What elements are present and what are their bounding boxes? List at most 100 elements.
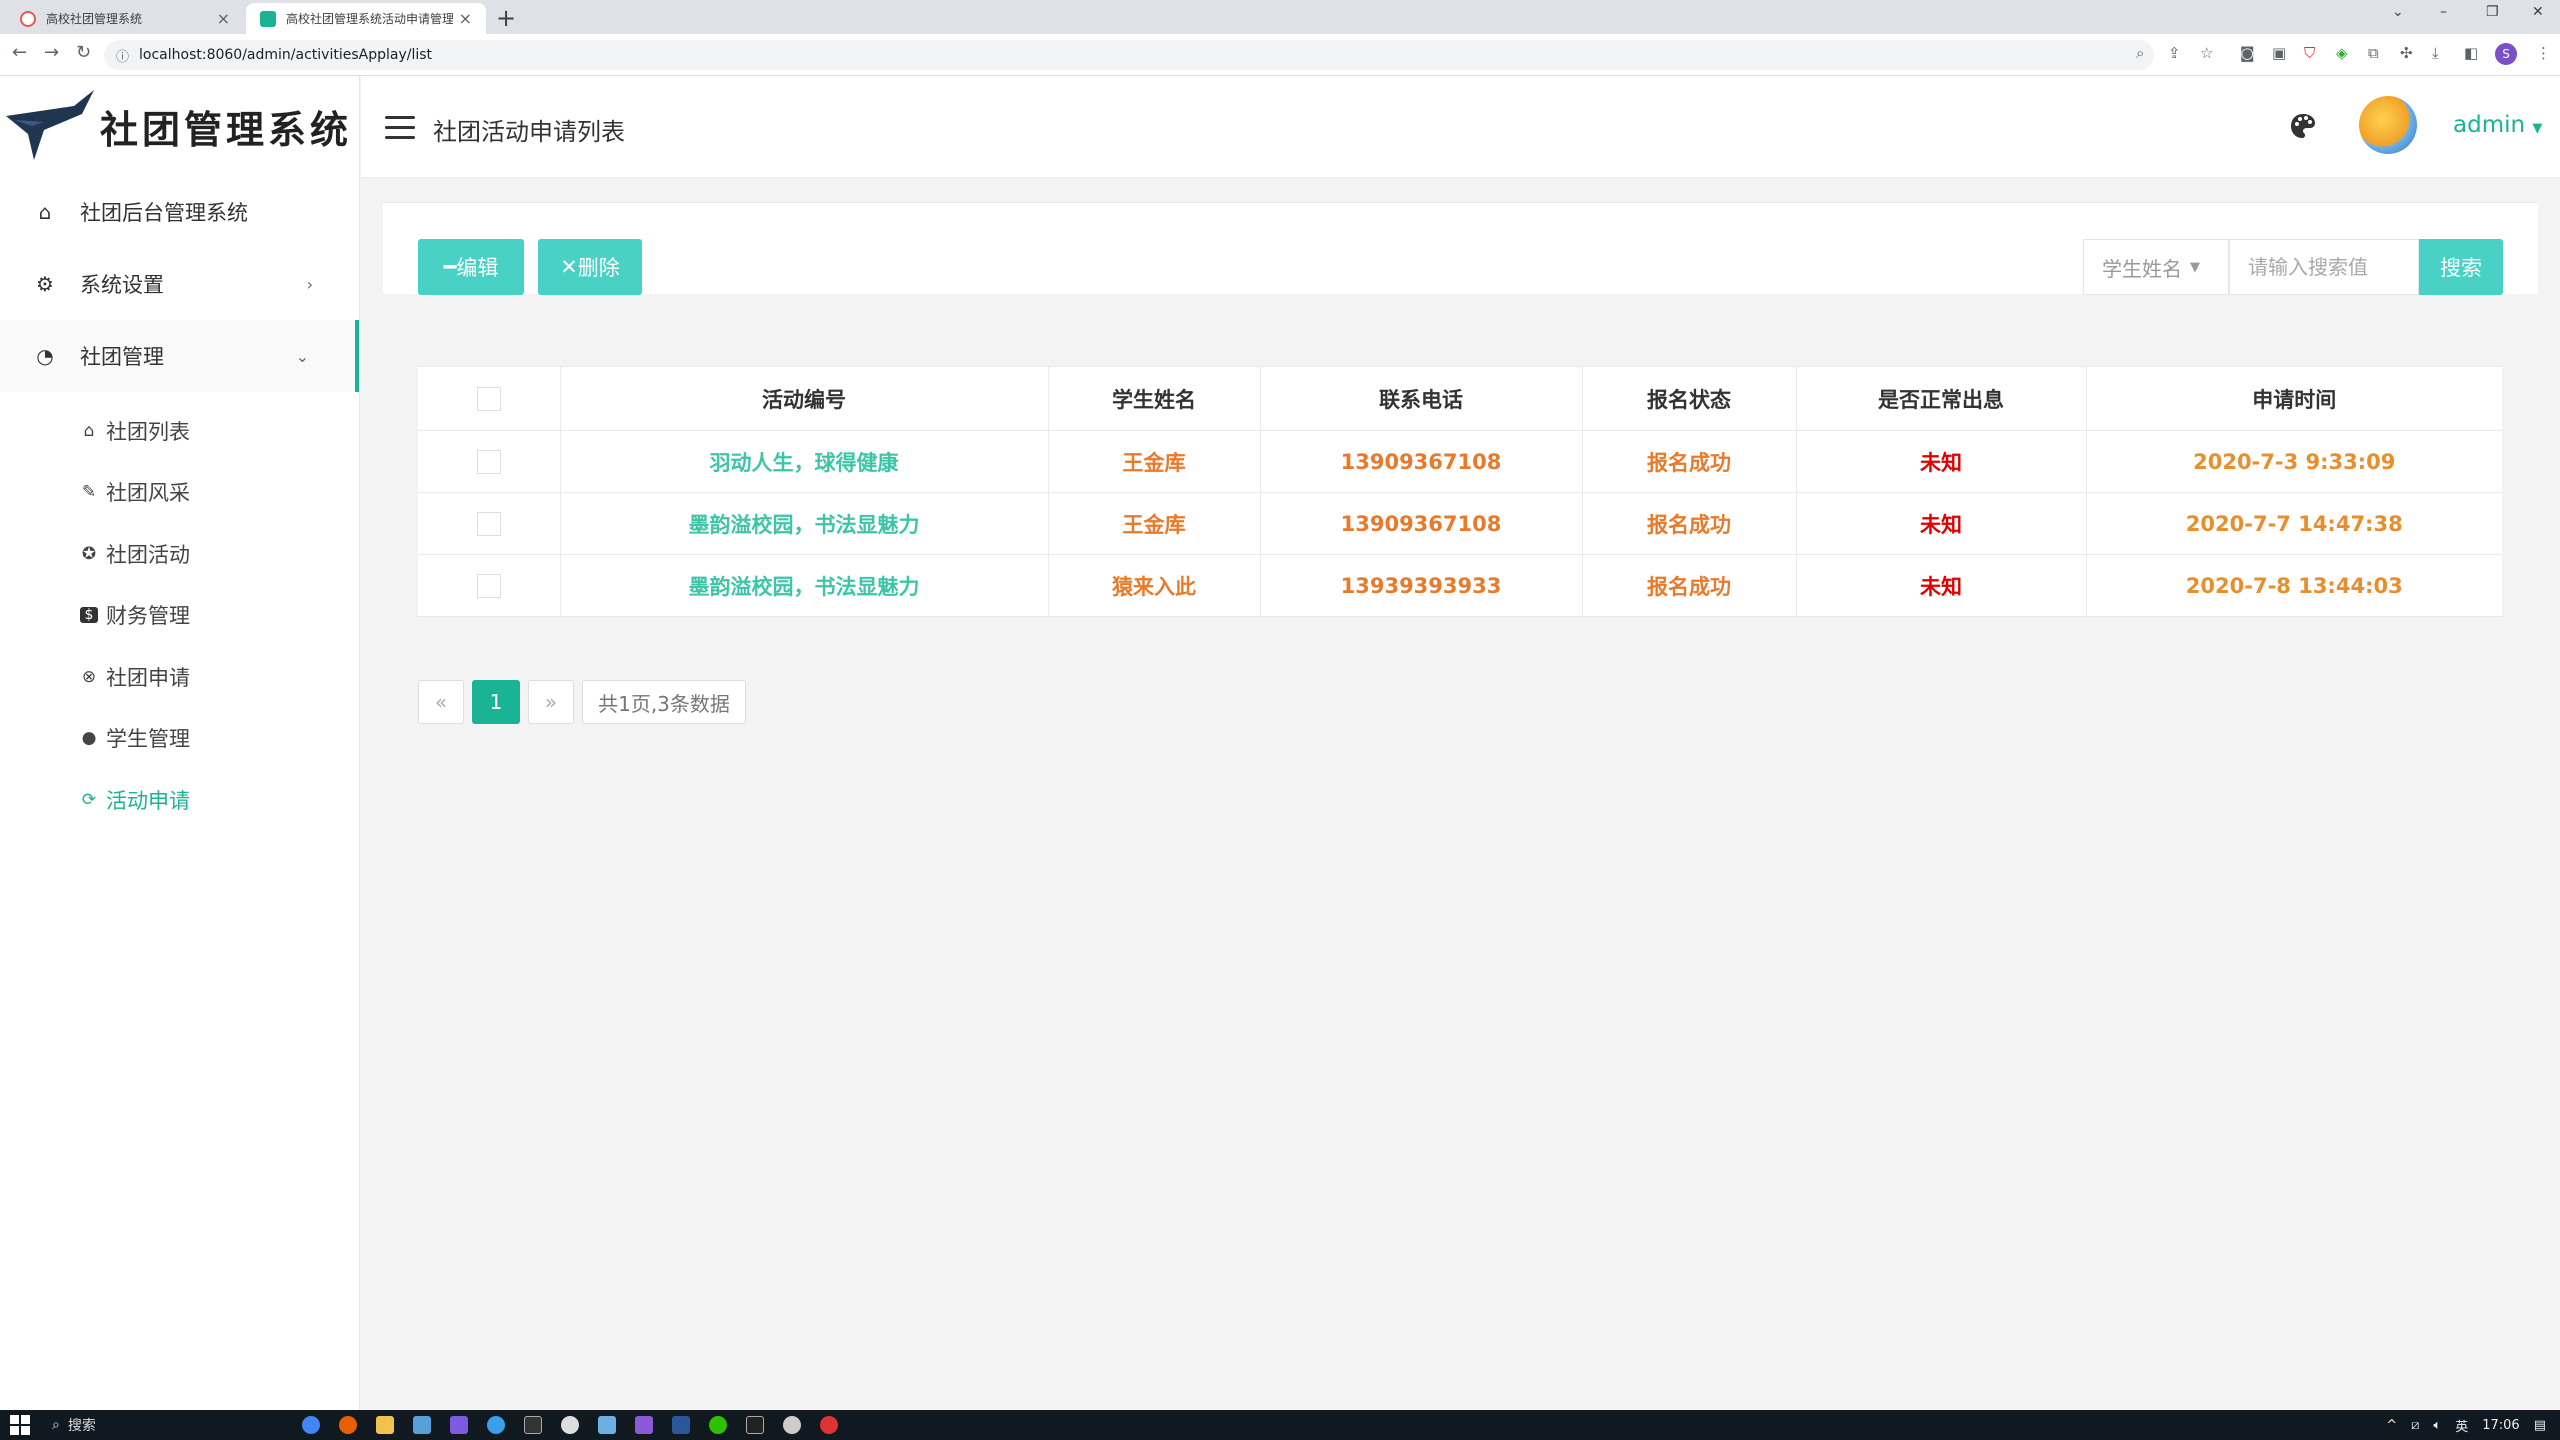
terminal-icon[interactable] bbox=[524, 1416, 542, 1434]
close-window-icon[interactable]: ✕ bbox=[2532, 4, 2544, 20]
address-bar[interactable]: ⓘ localhost:8060/admin/activitiesApplay/… bbox=[104, 40, 2154, 70]
bookmark-star-icon[interactable]: ☆ bbox=[2200, 44, 2213, 62]
user-icon: ● bbox=[81, 728, 97, 749]
prev-page-button[interactable]: « bbox=[418, 680, 464, 724]
page-button-current[interactable]: 1 bbox=[472, 680, 520, 724]
gear-icon: ⚙ bbox=[36, 272, 54, 296]
column-header[interactable]: 是否正常出息 bbox=[1796, 366, 2087, 431]
plane-logo-icon bbox=[6, 90, 94, 160]
palette-icon[interactable] bbox=[2289, 112, 2317, 140]
app-icon[interactable] bbox=[783, 1416, 801, 1434]
app-icon[interactable] bbox=[487, 1416, 505, 1434]
tray-overflow-icon[interactable]: ^ bbox=[2386, 1418, 2397, 1433]
search-button[interactable]: 搜索 bbox=[2419, 239, 2503, 295]
next-page-button[interactable]: » bbox=[528, 680, 574, 724]
submenu-item-activity-application[interactable]: ⟳ 活动申请 bbox=[0, 769, 359, 831]
windows-start-icon[interactable] bbox=[10, 1415, 30, 1435]
browser-tab-2[interactable]: 高校社团管理系统活动申请管理 × bbox=[246, 3, 486, 34]
table-row[interactable]: 羽动人生，球得健康 王金库 13909367108 报名成功 未知 2020-7… bbox=[418, 430, 2502, 493]
menu-item-club-management[interactable]: ◔ 社团管理 ⌄ bbox=[0, 320, 359, 392]
close-tab-icon[interactable]: × bbox=[459, 9, 472, 28]
download-icon[interactable]: ⤓ bbox=[2432, 44, 2439, 62]
close-icon: ✕ bbox=[560, 255, 578, 279]
menu-item-dashboard[interactable]: ⌂ 社团后台管理系统 bbox=[0, 176, 359, 248]
share-icon[interactable]: ⇪ bbox=[2168, 44, 2181, 62]
more-menu-icon[interactable]: ⋮ bbox=[2536, 44, 2551, 62]
submenu-item-students[interactable]: ● 学生管理 bbox=[0, 708, 359, 770]
tab-search-icon[interactable]: ⌄ bbox=[2392, 4, 2404, 20]
network-icon[interactable]: ⧄ bbox=[2411, 1418, 2419, 1433]
table-row[interactable]: 墨韵溢校园，书法显魅力 猿来入此 13939393933 报名成功 未知 202… bbox=[418, 554, 2502, 617]
row-checkbox[interactable] bbox=[476, 450, 501, 474]
folder-icon[interactable] bbox=[376, 1416, 394, 1434]
home-icon: ⌂ bbox=[83, 420, 95, 441]
table-row[interactable]: 墨韵溢校园，书法显魅力 王金库 13909367108 报名成功 未知 2020… bbox=[418, 492, 2502, 555]
submenu-label: 活动申请 bbox=[106, 788, 190, 813]
select-all-checkbox[interactable] bbox=[476, 387, 501, 411]
delete-button[interactable]: ✕ 删除 bbox=[538, 239, 642, 295]
browser-toolbar: ← → ↻ ⓘ localhost:8060/admin/activitiesA… bbox=[0, 34, 2560, 76]
taskbar-search[interactable]: ⌕ 搜索 bbox=[52, 1415, 242, 1435]
ime-indicator[interactable]: 英 bbox=[2455, 1416, 2468, 1435]
avatar[interactable] bbox=[2359, 96, 2417, 154]
app-icon[interactable] bbox=[598, 1416, 616, 1434]
menu-item-settings[interactable]: ⚙ 系统设置 › bbox=[0, 248, 359, 320]
site-info-icon[interactable]: ⓘ bbox=[116, 46, 129, 65]
volume-icon[interactable]: 🔈︎ bbox=[2433, 1418, 2441, 1433]
firefox-icon[interactable] bbox=[339, 1416, 357, 1434]
submenu-item-club-application[interactable]: ⊗ 社团申请 bbox=[0, 646, 359, 708]
column-header[interactable]: 联系电话 bbox=[1260, 366, 1583, 431]
chrome-icon[interactable] bbox=[302, 1416, 320, 1434]
notification-icon[interactable]: ▤ bbox=[2534, 1418, 2546, 1433]
puzzle-icon[interactable]: ✣ bbox=[2400, 44, 2413, 62]
profile-avatar[interactable]: S bbox=[2495, 43, 2517, 65]
url-text: localhost:8060/admin/activitiesApplay/li… bbox=[139, 47, 433, 63]
app-icon[interactable] bbox=[635, 1416, 653, 1434]
column-header[interactable]: 活动编号 bbox=[560, 366, 1049, 431]
ide-icon[interactable] bbox=[746, 1416, 764, 1434]
app-icon[interactable] bbox=[413, 1416, 431, 1434]
image-extension-icon[interactable]: ▣ bbox=[2272, 44, 2286, 62]
search-input[interactable] bbox=[2229, 239, 2419, 295]
camera-extension-icon[interactable]: ◙ bbox=[2240, 44, 2255, 62]
chat-icon[interactable] bbox=[561, 1416, 579, 1434]
browser-tab-1[interactable]: 高校社团管理系统 × bbox=[6, 3, 244, 34]
submenu-item-club-list[interactable]: ⌂ 社团列表 bbox=[0, 400, 359, 462]
minimize-icon[interactable]: – bbox=[2440, 4, 2447, 20]
clock[interactable]: 17:06 bbox=[2482, 1418, 2519, 1433]
logo-text: 社团管理系统 bbox=[100, 106, 353, 152]
row-checkbox[interactable] bbox=[476, 574, 501, 598]
caret-down-icon: ▼ bbox=[2190, 259, 2200, 275]
wechat-icon[interactable] bbox=[709, 1416, 727, 1434]
column-header[interactable]: 学生姓名 bbox=[1048, 366, 1261, 431]
time-cell: 2020-7-3 9:33:09 bbox=[2086, 430, 2502, 493]
forward-icon[interactable]: → bbox=[44, 42, 59, 63]
restore-icon[interactable]: ❐ bbox=[2486, 4, 2499, 20]
back-icon[interactable]: ← bbox=[12, 42, 27, 63]
new-tab-icon[interactable]: + bbox=[496, 4, 516, 32]
record-icon[interactable] bbox=[820, 1416, 838, 1434]
column-header[interactable]: 申请时间 bbox=[2086, 366, 2502, 431]
column-header[interactable]: 报名状态 bbox=[1582, 366, 1797, 431]
submenu-item-club-style[interactable]: ✎ 社团风采 bbox=[0, 462, 359, 524]
shield-extension-icon[interactable]: ⛉ bbox=[2304, 44, 2315, 62]
submenu-item-club-activities[interactable]: ✪ 社团活动 bbox=[0, 523, 359, 585]
row-checkbox[interactable] bbox=[476, 512, 501, 536]
extension-icon[interactable]: ◈ bbox=[2336, 44, 2348, 62]
reload-icon[interactable]: ↻ bbox=[76, 42, 91, 63]
attendance-cell: 未知 bbox=[1796, 430, 2087, 493]
taskbar-search-label: 搜索 bbox=[67, 1418, 96, 1434]
logo[interactable]: 社团管理系统 bbox=[0, 76, 359, 176]
copy-extension-icon[interactable]: ⧉ bbox=[2368, 44, 2379, 62]
submenu-item-finance[interactable]: $ 财务管理 bbox=[0, 585, 359, 647]
menu-toggle-icon[interactable] bbox=[385, 116, 415, 140]
edit-button[interactable]: ━ 编辑 bbox=[418, 239, 524, 295]
zoom-icon[interactable]: ⌕ bbox=[2136, 44, 2144, 62]
user-menu[interactable]: admin ▼ bbox=[2453, 112, 2542, 138]
sidepanel-icon[interactable]: ◧ bbox=[2464, 44, 2478, 62]
app-icon[interactable] bbox=[450, 1416, 468, 1434]
search-field-select[interactable]: 学生姓名 ▼ bbox=[2083, 239, 2229, 295]
word-icon[interactable] bbox=[672, 1416, 690, 1434]
close-tab-icon[interactable]: × bbox=[217, 9, 230, 28]
student-name-cell: 猿来入此 bbox=[1048, 554, 1261, 617]
